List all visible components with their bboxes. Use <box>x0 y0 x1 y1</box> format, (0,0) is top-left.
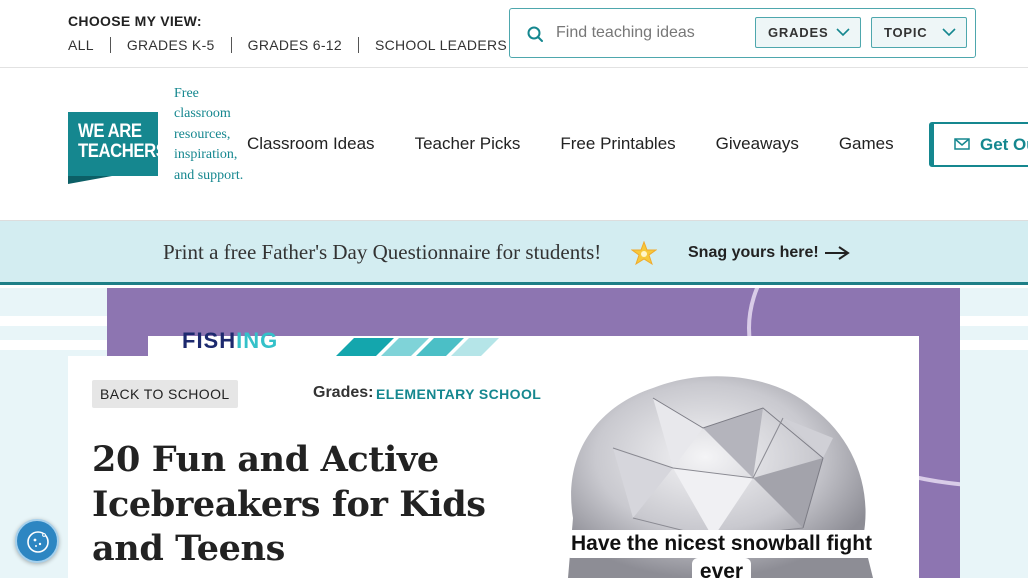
nav-giveaways[interactable]: Giveaways <box>716 134 799 154</box>
grades-value-link[interactable]: ELEMENTARY SCHOOL <box>376 386 541 402</box>
chevron-down-icon <box>836 28 850 37</box>
arrow-right-icon[interactable] <box>824 245 850 261</box>
topic-dropdown-label: TOPIC <box>884 25 928 40</box>
view-link-all[interactable]: ALL <box>68 37 110 53</box>
hero-tiles-graphic <box>334 338 499 358</box>
hero-partial-text: FISHING <box>182 328 278 354</box>
tagline: Free classroom resources, inspiration, a… <box>174 86 244 183</box>
search-icon[interactable] <box>526 25 544 43</box>
view-link-grades-k5[interactable]: GRADES K-5 <box>109 37 231 53</box>
utility-bar: CHOOSE MY VIEW: ALL GRADES K-5 GRADES 6-… <box>0 0 1028 68</box>
caption-line-1: Have the nicest snowball fight <box>564 530 879 558</box>
choose-view-label: CHOOSE MY VIEW: <box>68 13 202 29</box>
search-input[interactable] <box>556 19 746 47</box>
nav-free-printables[interactable]: Free Printables <box>560 134 675 154</box>
logo-tail <box>68 176 112 184</box>
hero-text-b: ING <box>236 328 279 353</box>
hero-text-a: FISH <box>182 328 237 353</box>
banner-text: Print a free Father's Day Questionnaire … <box>163 240 602 264</box>
star-sparkle-icon <box>631 241 657 266</box>
category-tag[interactable]: BACK TO SCHOOL <box>92 380 238 408</box>
article-photo: Have the nicest snowball fight ever <box>553 368 890 578</box>
we-are-teachers-logo[interactable]: WE ARE TEACHERS <box>68 112 167 184</box>
article-title: 20 Fun and Active Icebreakers for Kids a… <box>92 439 486 569</box>
view-link-school-leaders[interactable]: SCHOOL LEADERS <box>357 37 523 53</box>
main-nav: Classroom Ideas Teacher Picks Free Print… <box>247 134 934 154</box>
grades-dropdown-label: GRADES <box>768 25 829 40</box>
article-card: BACK TO SCHOOL Grades: ELEMENTARY SCHOOL… <box>68 356 918 578</box>
site-header: WE ARE TEACHERS Free classroom resources… <box>0 68 1028 221</box>
grades-label: Grades: <box>313 384 374 401</box>
view-link-grades-6-12[interactable]: GRADES 6-12 <box>230 37 358 53</box>
search-box: GRADES TOPIC <box>509 8 976 58</box>
logo-text: WE ARE TEACHERS <box>78 121 167 162</box>
chevron-down-icon <box>942 28 956 37</box>
promo-banner[interactable]: Print a free Father's Day Questionnaire … <box>0 221 1028 285</box>
topic-dropdown[interactable]: TOPIC <box>871 17 967 48</box>
banner-link[interactable]: Snag yours here! <box>688 244 819 262</box>
view-links: ALL GRADES K-5 GRADES 6-12 SCHOOL LEADER… <box>68 37 523 53</box>
newsletter-button-label: Get Our <box>980 135 1028 154</box>
envelope-icon <box>954 138 970 150</box>
newsletter-button[interactable]: Get Our <box>929 122 1028 167</box>
grades-dropdown[interactable]: GRADES <box>755 17 861 48</box>
logo-line-1: WE ARE <box>78 121 142 142</box>
logo-line-2: TEACHERS <box>78 141 167 162</box>
nav-teacher-picks[interactable]: Teacher Picks <box>415 134 521 154</box>
nav-games[interactable]: Games <box>839 134 894 154</box>
cookie-icon <box>27 531 49 553</box>
privacy-cookie-button[interactable] <box>15 519 59 563</box>
caption-line-2: ever <box>691 558 752 578</box>
photo-caption: Have the nicest snowball fight ever <box>553 530 890 578</box>
nav-classroom-ideas[interactable]: Classroom Ideas <box>247 134 375 154</box>
